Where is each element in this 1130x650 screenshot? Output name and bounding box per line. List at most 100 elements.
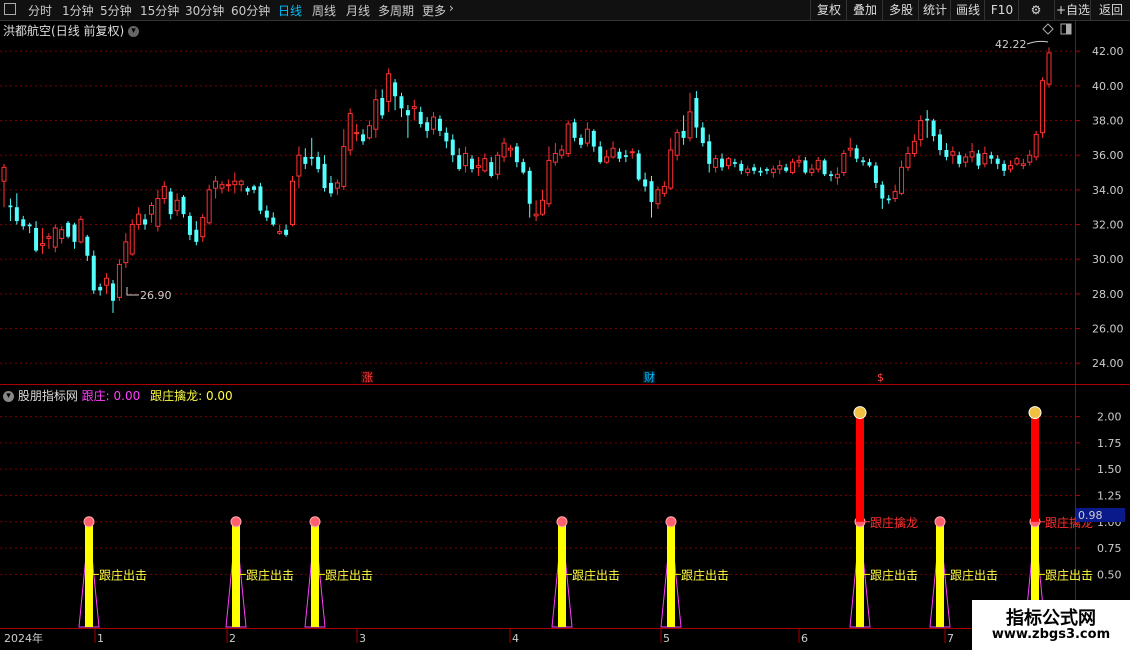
candle-body <box>309 156 314 159</box>
price-chart[interactable]: 42.0040.0038.0036.0034.0032.0030.0028.00… <box>0 0 1130 650</box>
candle-body <box>944 150 949 157</box>
dividend-marker[interactable]: $ <box>877 371 884 384</box>
low-price-arrow <box>126 287 139 296</box>
candle-body <box>380 98 385 116</box>
candle-body <box>168 191 173 215</box>
candle-body <box>899 166 905 194</box>
indicator-tick-label: 1.50 <box>1097 463 1122 476</box>
candle-body <box>482 158 488 172</box>
candle-body <box>470 158 474 170</box>
candle-body <box>155 198 161 227</box>
candle-body <box>91 255 96 291</box>
candle-body <box>232 180 238 186</box>
gem-icon <box>309 516 321 528</box>
current-value: 0.98 <box>1078 509 1103 522</box>
candle-body <box>450 139 455 156</box>
candle-body <box>495 154 501 175</box>
candle-body <box>475 165 481 168</box>
price-tick-label: 42.00 <box>1092 45 1124 58</box>
price-tick-label: 26.00 <box>1092 323 1124 336</box>
candle-body <box>790 161 796 174</box>
finance-marker[interactable]: 财 <box>644 370 655 384</box>
candle-body <box>328 182 333 194</box>
price-tick-label: 30.00 <box>1092 253 1124 266</box>
exit-signal-label: 跟庄出击 <box>99 567 147 582</box>
candle-body <box>431 116 437 130</box>
candle-body <box>143 219 148 225</box>
candle-body <box>34 228 39 251</box>
candle-body <box>252 186 257 190</box>
candle-body <box>104 277 110 286</box>
candle-body <box>316 156 321 170</box>
candle-body <box>604 156 610 163</box>
candle-body <box>829 174 834 176</box>
candle-body <box>905 152 911 168</box>
candle-body <box>938 134 942 150</box>
candle-body <box>457 155 462 170</box>
candle-body <box>591 130 596 147</box>
candle-body <box>1008 165 1014 170</box>
candle-body <box>437 118 442 131</box>
candle-body <box>238 180 244 186</box>
dragon-signal-bar <box>856 416 864 522</box>
time-label: 6 <box>801 632 808 645</box>
candle-body <box>931 120 936 137</box>
candle-body <box>700 127 705 144</box>
indicator-tick-label: 2.00 <box>1097 411 1122 424</box>
candle-body <box>277 230 283 234</box>
price-tick-label: 40.00 <box>1092 80 1124 93</box>
candle-body <box>187 215 192 235</box>
candle-body <box>366 125 372 139</box>
candles-group <box>1 47 1052 313</box>
candle-body <box>629 151 635 154</box>
candle-body <box>393 82 398 97</box>
candle-body <box>989 155 994 159</box>
exit-signal-bar <box>311 521 319 627</box>
exit-signal-bar <box>667 521 675 627</box>
diamond-icon[interactable] <box>1042 23 1054 35</box>
candle-body <box>39 243 45 246</box>
candle-body <box>880 184 885 199</box>
dragon-signal-label: 跟庄擒龙 <box>870 515 918 530</box>
candle-body <box>796 159 802 163</box>
candle-body <box>770 168 776 174</box>
candle-body <box>489 162 494 176</box>
price-tick-label: 34.00 <box>1092 184 1124 197</box>
time-label: 2024年 <box>4 631 43 645</box>
candle-body <box>354 132 360 135</box>
rise-marker[interactable]: 涨 <box>362 371 373 384</box>
candle-body <box>886 198 891 201</box>
candle-body <box>123 241 129 264</box>
candle-body <box>111 283 115 301</box>
candle-body <box>347 113 353 151</box>
candle-body <box>969 151 975 158</box>
candle-body <box>598 146 603 163</box>
exit-signal-label: 跟庄出击 <box>572 567 620 582</box>
time-label: 5 <box>663 632 670 645</box>
candle-body <box>271 217 276 225</box>
signals-group: 跟庄出击 跟庄出击 跟庄出击 跟庄出击 跟庄出击 跟庄出击 跟庄出击 跟庄出击跟庄擒龙 跟庄擒龙 <box>78 406 1093 628</box>
candle-body <box>386 73 392 102</box>
candle-body <box>296 154 302 177</box>
candle-body <box>411 106 417 109</box>
price-tick-label: 24.00 <box>1092 357 1124 370</box>
candle-body <box>85 236 90 256</box>
candle-body <box>861 160 866 163</box>
candle-body <box>444 132 449 142</box>
candle-body <box>533 213 539 217</box>
candle-body <box>1046 52 1052 85</box>
candle-body <box>745 168 751 174</box>
time-label: 4 <box>512 632 519 645</box>
candle-body <box>14 207 19 222</box>
candle-body <box>463 152 469 167</box>
candle-body <box>617 151 622 159</box>
candle-body <box>361 134 366 142</box>
candle-body <box>148 204 154 215</box>
high-price-arrow <box>1026 40 1049 45</box>
candle-body <box>552 152 558 163</box>
candle-body <box>373 99 379 130</box>
candle-body <box>809 168 815 174</box>
candle-body <box>784 167 789 171</box>
candle-body <box>161 185 167 200</box>
candle-body <box>777 165 783 170</box>
